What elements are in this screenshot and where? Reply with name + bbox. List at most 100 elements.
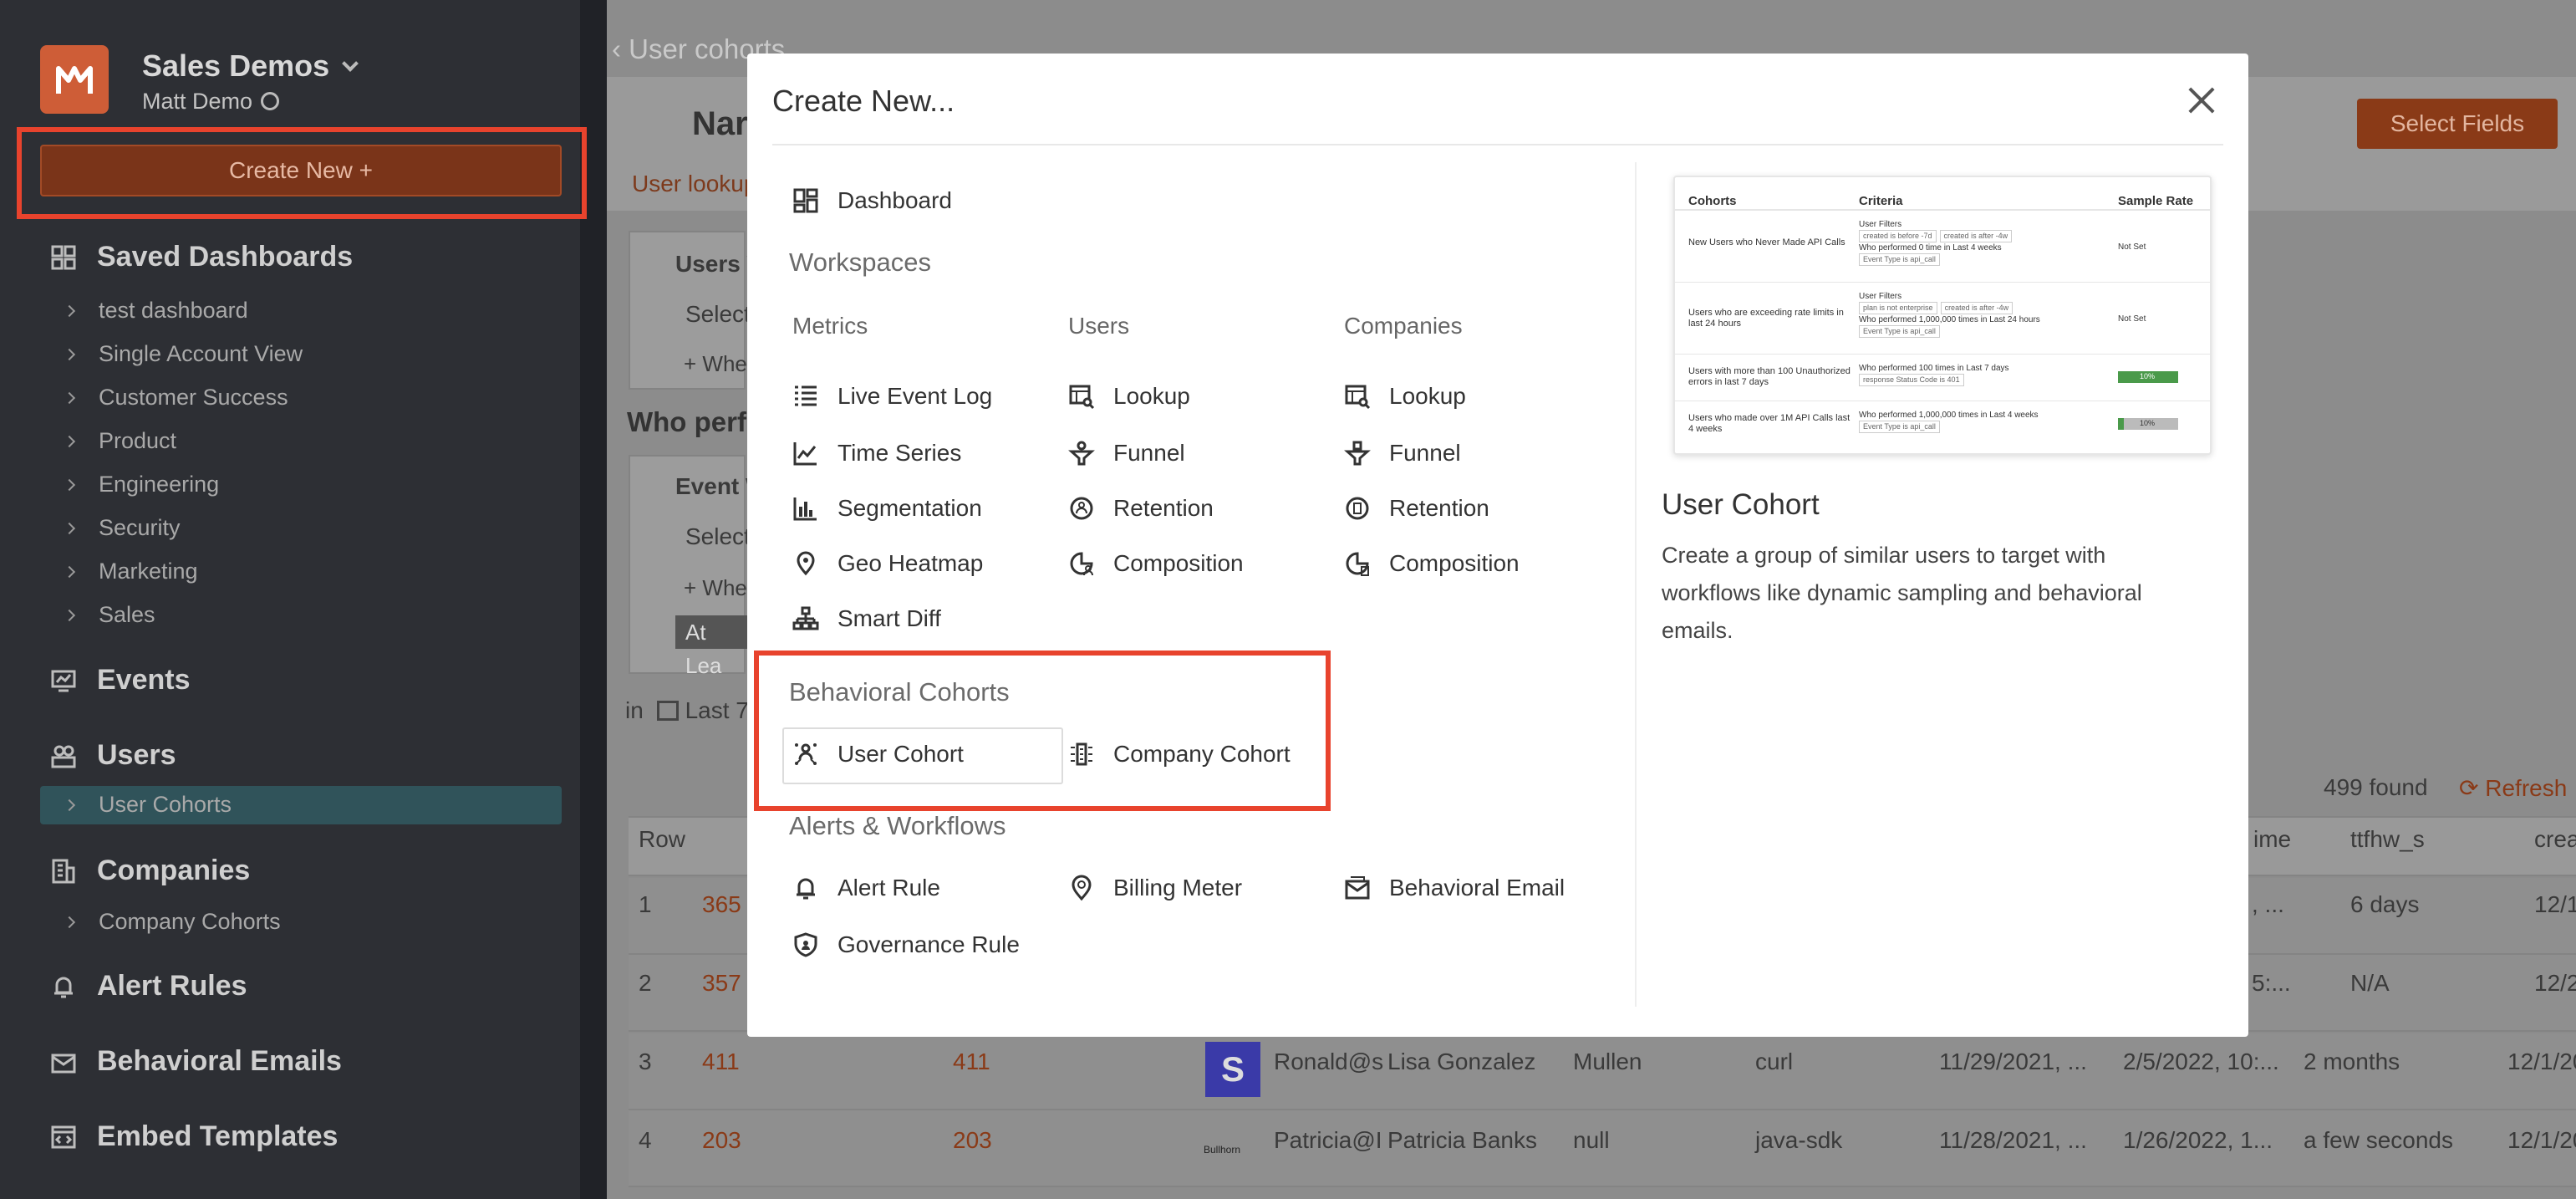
select-input[interactable]: Select xyxy=(685,301,751,328)
menu-item-user-lookup[interactable]: Lookup xyxy=(1068,383,1190,410)
menu-item-billing-meter[interactable]: Billing Meter xyxy=(1068,875,1242,901)
sidebar-item-user-cohorts[interactable]: User Cohorts xyxy=(63,792,232,818)
chevron-right-icon xyxy=(63,522,76,534)
menu-item-geo-heatmap[interactable]: Geo Heatmap xyxy=(792,550,983,577)
sample-rate-bar: 10% xyxy=(2118,418,2178,430)
menu-item-company-composition[interactable]: Composition xyxy=(1344,550,1520,577)
add-where-button[interactable]: + Whe xyxy=(684,575,747,601)
cell: , ... xyxy=(2252,891,2284,917)
menu-item-segmentation[interactable]: Segmentation xyxy=(792,495,982,522)
chevron-right-icon xyxy=(63,798,76,811)
cell-row: 3 xyxy=(639,1048,652,1074)
item-label: Lookup xyxy=(1113,383,1190,409)
menu-item-smart-diff[interactable]: Smart Diff xyxy=(792,605,941,632)
item-label: Retention xyxy=(1389,495,1489,521)
detail-title: User Cohort xyxy=(1662,488,1820,521)
item-label: Geo Heatmap xyxy=(837,550,984,576)
cell-id[interactable]: 203 xyxy=(702,1127,741,1154)
cell-id[interactable]: 411 xyxy=(953,1048,990,1075)
dashboard-item[interactable]: Security xyxy=(63,515,181,541)
sidebar-item-company-cohorts[interactable]: Company Cohorts xyxy=(63,909,281,935)
menu-item-alert-rule[interactable]: Alert Rule xyxy=(792,875,940,901)
sitemap-icon xyxy=(792,605,819,632)
menu-item-governance-rule[interactable]: Governance Rule xyxy=(792,931,1020,958)
logo-icon xyxy=(56,66,93,94)
list-icon xyxy=(792,383,819,410)
col-metrics: Metrics xyxy=(792,313,868,339)
preview-cohort-name: Users who made over 1M API Calls last 4 … xyxy=(1688,413,1851,434)
menu-item-company-funnel[interactable]: Funnel xyxy=(1344,440,1461,467)
nav-events[interactable]: Events xyxy=(50,664,191,696)
app-logo[interactable] xyxy=(40,45,109,114)
item-label: Composition xyxy=(1389,550,1520,576)
menu-item-behavioral-email[interactable]: Behavioral Email xyxy=(1344,875,1565,901)
users-icon xyxy=(50,742,77,769)
email-icon xyxy=(50,1048,77,1075)
in-label: in xyxy=(625,697,644,723)
verified-icon xyxy=(261,92,280,110)
preview-col: Sample Rate xyxy=(2118,194,2194,208)
preview-row: Users with more than 100 Unauthorized er… xyxy=(1675,355,2210,401)
detail-description: Create a group of similar users to targe… xyxy=(1662,543,2142,643)
select-input[interactable]: Select xyxy=(685,523,751,550)
cell-id[interactable]: 411 xyxy=(702,1048,740,1075)
highlight-box-create xyxy=(17,127,587,219)
dashboard-item[interactable]: Product xyxy=(63,428,176,454)
cell-id[interactable]: 203 xyxy=(953,1127,992,1154)
col-row: Row xyxy=(639,826,686,852)
menu-item-company-lookup[interactable]: Lookup xyxy=(1344,383,1466,410)
create-new-modal: Create New... Dashboard Workspaces Metri… xyxy=(747,54,2248,1037)
retention-icon xyxy=(1068,495,1095,522)
dashboard-item[interactable]: Customer Success xyxy=(63,385,288,411)
nav-alert-rules[interactable]: Alert Rules xyxy=(50,970,247,1003)
close-icon[interactable] xyxy=(2185,84,2218,117)
tab-user-lookup[interactable]: User lookup xyxy=(632,171,756,197)
menu-item-live-event-log[interactable]: Live Event Log xyxy=(792,383,992,410)
menu-item-dashboard[interactable]: Dashboard xyxy=(792,187,952,214)
menu-item-time-series[interactable]: Time Series xyxy=(792,440,961,467)
cell-id[interactable]: 365 xyxy=(702,891,741,918)
cell-id[interactable]: 357 xyxy=(702,970,741,997)
dashboard-item[interactable]: Sales xyxy=(63,602,155,628)
preview-col: Cohorts xyxy=(1688,194,1737,208)
nav-saved-dashboards[interactable]: Saved Dashboards xyxy=(50,241,353,273)
criteria-line: Who performed 1,000,000 times in Last 24… xyxy=(1859,315,2040,324)
item-label: Smart Diff xyxy=(837,605,941,631)
menu-item-user-funnel[interactable]: Funnel xyxy=(1068,440,1185,467)
dashboard-item[interactable]: Single Account View xyxy=(63,341,303,367)
at-least-select[interactable]: At Lea xyxy=(675,615,747,678)
item-label: test dashboard xyxy=(99,298,248,323)
user-name: Matt Demo xyxy=(142,89,253,114)
refresh-button[interactable]: ⟳ Refresh xyxy=(2459,774,2567,802)
date-range[interactable]: in Last 7 xyxy=(625,697,749,724)
user-menu[interactable]: Matt Demo xyxy=(142,89,280,115)
col-time: ime xyxy=(2253,826,2292,852)
nav-embed-templates[interactable]: Embed Templates xyxy=(50,1120,338,1153)
item-label: Funnel xyxy=(1113,440,1185,466)
sample-rate-fill xyxy=(2118,418,2125,430)
dashboard-item[interactable]: Marketing xyxy=(63,559,198,584)
item-label: Governance Rule xyxy=(837,931,1020,957)
item-label: Segmentation xyxy=(837,495,982,521)
select-fields-button[interactable]: Select Fields xyxy=(2357,99,2558,149)
cohort-preview-image: Cohorts Criteria Sample Rate New Users w… xyxy=(1673,176,2212,455)
dashboard-item[interactable]: test dashboard xyxy=(63,298,248,324)
menu-item-user-retention[interactable]: Retention xyxy=(1068,495,1214,522)
chevron-right-icon xyxy=(63,391,76,404)
chevron-down-icon xyxy=(342,55,359,72)
nav-behavioral-emails[interactable]: Behavioral Emails xyxy=(50,1045,342,1078)
dashboard-item[interactable]: Engineering xyxy=(63,472,219,497)
add-where-button[interactable]: + Whe xyxy=(684,351,747,377)
lookup-table-icon xyxy=(1344,383,1371,410)
billing-pin-icon xyxy=(1068,875,1095,901)
line-chart-icon xyxy=(792,440,819,467)
map-pin-icon xyxy=(792,550,819,577)
menu-item-company-retention[interactable]: Retention xyxy=(1344,495,1489,522)
preview-row: New Users who Never Made API Calls User … xyxy=(1675,211,2210,283)
nav-users[interactable]: Users xyxy=(50,739,176,772)
org-switcher[interactable]: Sales Demos xyxy=(142,48,359,84)
criteria-chip: created is after -4w xyxy=(1940,302,2013,314)
item-label: Funnel xyxy=(1389,440,1461,466)
nav-companies[interactable]: Companies xyxy=(50,855,250,887)
menu-item-user-composition[interactable]: Composition xyxy=(1068,550,1244,577)
